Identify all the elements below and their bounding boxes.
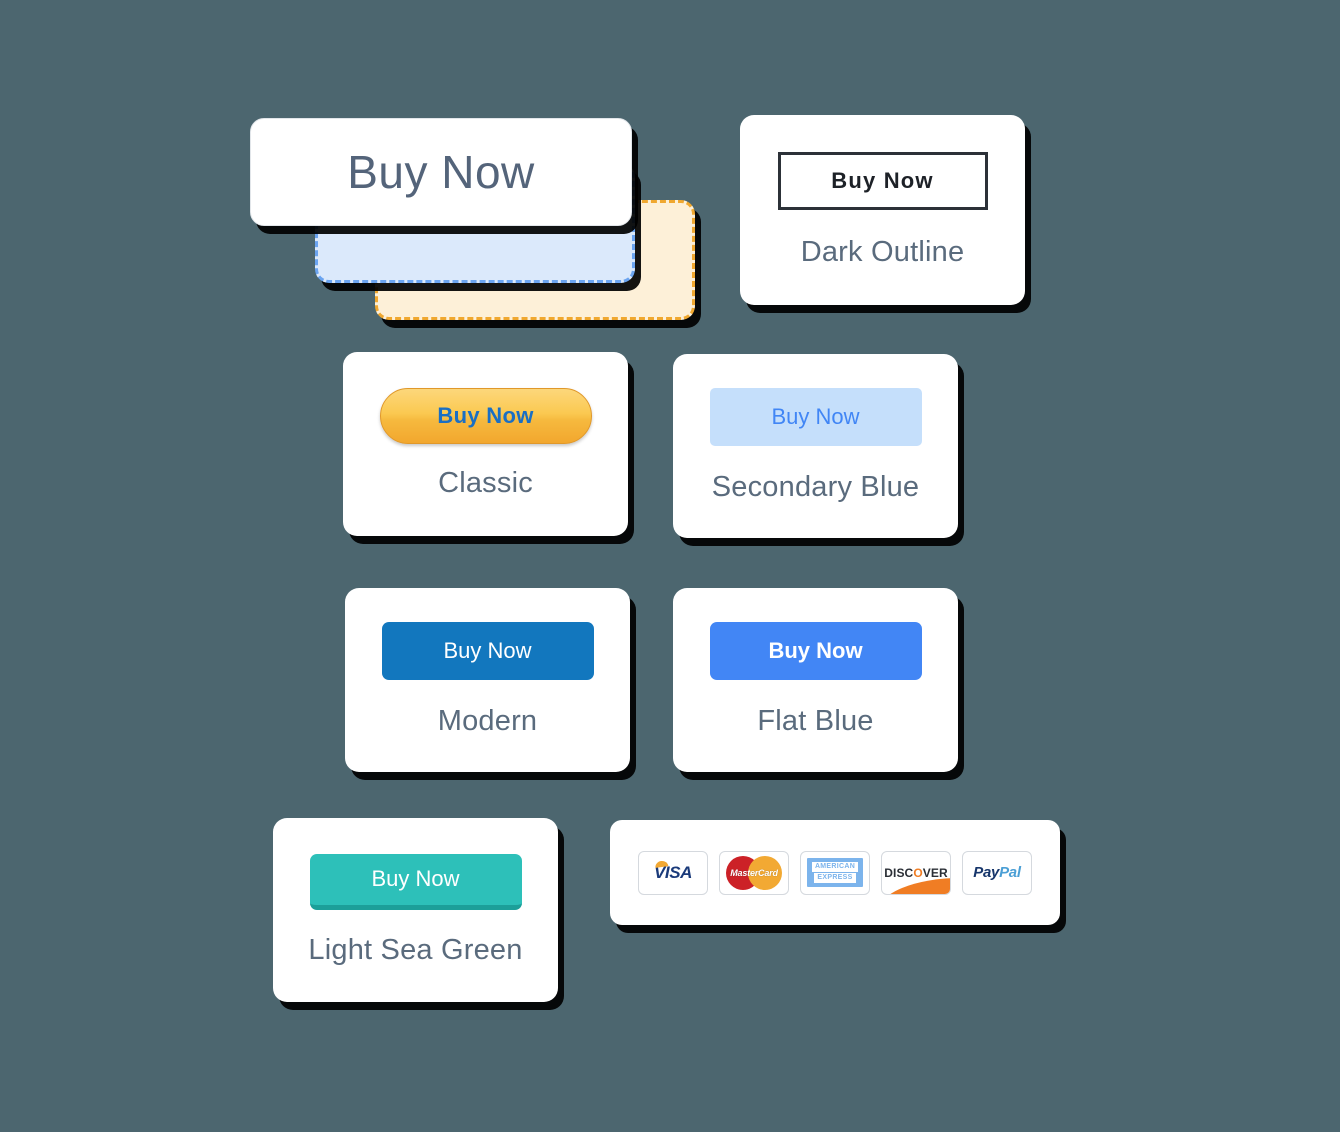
discover-label-part-b: VER	[922, 865, 948, 880]
stack-layer-white-buy-now-button[interactable]: Buy Now	[250, 118, 632, 226]
buy-now-button-classic[interactable]: Buy Now	[379, 388, 592, 444]
discover-label-o: O	[913, 865, 923, 880]
button-label: Buy Now	[831, 167, 934, 193]
button-label: Buy Now	[437, 403, 534, 428]
card-modern: Buy Now Modern	[345, 588, 630, 772]
card-label-dark-outline: Dark Outline	[800, 235, 965, 268]
card-label-classic: Classic	[438, 467, 533, 499]
buy-now-button-light-sea-green[interactable]: Buy Now	[309, 853, 522, 910]
payment-chip-visa[interactable]: VISA	[638, 850, 708, 895]
amex-label-line1: AMERICAN	[811, 862, 859, 872]
card-classic: Buy Now Classic	[343, 352, 628, 536]
buy-now-button-secondary-blue[interactable]: Buy Now	[709, 388, 922, 446]
buy-now-button-dark-outline[interactable]: Buy Now	[777, 151, 988, 210]
button-label: Buy Now	[768, 638, 863, 663]
payment-chip-mastercard[interactable]: MasterCard	[719, 850, 789, 895]
discover-label-part-a: DISC	[884, 865, 914, 880]
payment-chip-amex[interactable]: AMERICAN EXPRESS	[800, 850, 870, 895]
hero-buy-now-label: Buy Now	[347, 146, 535, 198]
stacked-button-group: Buy Now	[250, 118, 710, 323]
mastercard-icon: MasterCard	[726, 855, 782, 890]
card-secondary-blue: Buy Now Secondary Blue	[673, 354, 958, 538]
button-label: Buy Now	[371, 866, 460, 891]
discover-swoosh-icon	[882, 877, 950, 894]
visa-swoosh-icon	[654, 859, 669, 868]
discover-label: DISCOVER	[884, 866, 948, 880]
amex-label-line2: EXPRESS	[814, 873, 856, 883]
visa-icon: VISA	[654, 859, 692, 882]
buy-now-button-modern[interactable]: Buy Now	[381, 622, 594, 680]
card-dark-outline: Buy Now Dark Outline	[740, 115, 1025, 305]
card-light-sea-green: Buy Now Light Sea Green	[273, 818, 558, 1002]
paypal-label-pay: Pay	[973, 864, 1000, 881]
card-label-flat-blue: Flat Blue	[757, 705, 874, 737]
buy-now-button-flat-blue[interactable]: Buy Now	[709, 622, 922, 680]
card-label-secondary-blue: Secondary Blue	[711, 471, 920, 503]
card-label-modern: Modern	[437, 705, 538, 737]
button-label: Buy Now	[771, 404, 860, 429]
card-label-light-sea-green: Light Sea Green	[308, 933, 523, 966]
payment-chip-discover[interactable]: DISCOVER	[881, 850, 951, 895]
discover-icon: DISCOVER	[882, 852, 950, 894]
paypal-label-pal: Pal	[999, 864, 1021, 881]
mastercard-label: MasterCard	[730, 867, 778, 878]
button-label: Buy Now	[443, 638, 532, 663]
payment-methods-row: VISA MasterCard AMERICAN EXPRESS DISCOVE…	[638, 850, 1032, 895]
paypal-icon: PayPal	[973, 864, 1021, 881]
card-flat-blue: Buy Now Flat Blue	[673, 588, 958, 772]
payment-chip-paypal[interactable]: PayPal	[962, 850, 1032, 895]
card-payment-methods: VISA MasterCard AMERICAN EXPRESS DISCOVE…	[610, 820, 1060, 925]
amex-icon: AMERICAN EXPRESS	[806, 858, 864, 887]
